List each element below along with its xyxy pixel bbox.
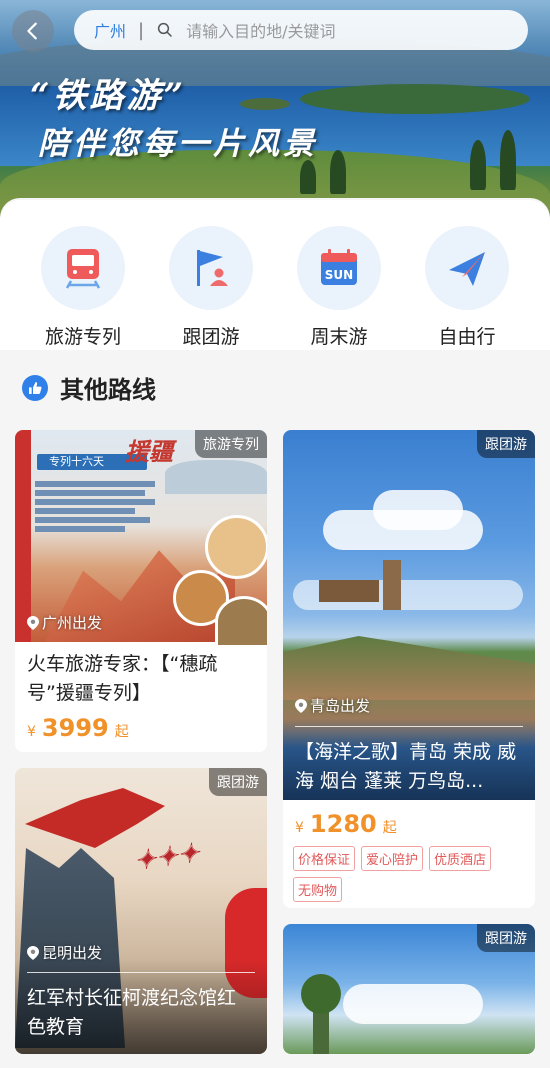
back-button[interactable]: [12, 10, 54, 52]
location-pin-icon: [27, 615, 39, 630]
category-tour-train[interactable]: 旅游专列: [28, 226, 138, 348]
banner-tree: [300, 160, 316, 194]
badge: 无购物: [293, 877, 343, 902]
poster-subtitle: 专列十六天: [49, 455, 104, 468]
currency-symbol: ¥: [295, 820, 304, 836]
card-tag: 跟团游: [477, 924, 535, 952]
search-icon: [157, 22, 172, 37]
route-card[interactable]: 专列十六天 援疆 旅游专列 广州出发 火车旅游专家：【“穗疏号”援疆专列】 ¥ …: [15, 430, 267, 752]
departure-text: 广州出发: [42, 614, 103, 632]
train-icon: [65, 249, 101, 289]
location-pin-icon: [295, 698, 307, 713]
card-price: ¥ 3999 起: [27, 714, 129, 742]
card-departure: 广州出发: [27, 612, 102, 633]
currency-symbol: ¥: [27, 724, 36, 740]
badge-list: 价格保证 爱心陪护 优质酒店 无购物: [293, 846, 533, 902]
price-value: 1280: [309, 810, 377, 838]
flag-group-icon: [197, 250, 228, 286]
category-label: 旅游专列: [44, 326, 121, 348]
divider: [27, 972, 255, 973]
card-tag: 跟团游: [209, 768, 267, 796]
location-pin-icon: [27, 945, 39, 960]
route-card[interactable]: 跟团游 青岛出发 【海洋之歌】青岛 荣成 威海 烟台 蓬莱 万鸟岛... ¥ 1…: [283, 430, 535, 908]
category-bar: 旅游专列 跟团游 SUN 周末游 自由行: [0, 200, 550, 350]
section-title: 其他路线: [60, 376, 156, 404]
banner-subtitle: 陪伴您每一片风景: [38, 126, 318, 162]
chevron-left-icon: [27, 22, 37, 40]
badge: 爱心陪护: [361, 846, 424, 871]
banner-tree: [500, 130, 516, 190]
card-price: ¥ 1280 起: [295, 810, 397, 838]
category-group-tour[interactable]: 跟团游: [156, 226, 266, 348]
category-label: 自由行: [438, 326, 496, 348]
card-image: 专列十六天 援疆: [15, 430, 267, 648]
price-suffix: 起: [382, 820, 397, 836]
price-suffix: 起: [114, 724, 129, 740]
banner-islet: [240, 98, 290, 110]
card-title: 【海洋之歌】青岛 荣成 威海 烟台 蓬莱 万鸟岛...: [295, 741, 517, 792]
search-divider: |: [138, 19, 145, 41]
banner-island: [300, 84, 530, 114]
poster-cliff: [283, 636, 535, 700]
tower: [383, 560, 401, 610]
calendar-sun-icon: SUN: [321, 249, 357, 285]
departure-text: 昆明出发: [42, 944, 103, 962]
card-tag: 跟团游: [477, 430, 535, 458]
price-value: 3999: [41, 714, 109, 742]
card-departure: 昆明出发: [27, 942, 102, 963]
paper-plane-icon: [449, 252, 485, 286]
card-title: 火车旅游专家：【“穗疏号”援疆专列】: [27, 653, 218, 704]
category-free-travel[interactable]: 自由行: [412, 226, 522, 348]
category-label: 跟团游: [182, 326, 240, 348]
section-header: 其他路线: [22, 370, 156, 405]
city-selector[interactable]: 广州: [94, 18, 126, 42]
poster-title: 援疆: [125, 437, 173, 466]
thumbs-up-icon: [22, 374, 48, 401]
search-input[interactable]: 请输入目的地/关键词: [186, 18, 335, 42]
card-tag: 旅游专列: [195, 430, 267, 458]
category-icon-bg: SUN: [297, 226, 381, 310]
search-bar[interactable]: 广州 | 请输入目的地/关键词: [74, 10, 528, 50]
category-icon-bg: [169, 226, 253, 310]
route-card[interactable]: ✦✦✦ 跟团游 昆明出发 红军村长征柯渡纪念馆红色教育: [15, 768, 267, 1054]
banner-tree: [330, 150, 346, 194]
divider: [295, 726, 523, 727]
card-departure: 青岛出发: [295, 695, 370, 716]
category-label: 周末游: [310, 326, 368, 348]
category-icon-bg: [425, 226, 509, 310]
badge: 价格保证: [293, 846, 356, 871]
category-weekend[interactable]: SUN 周末游: [284, 226, 394, 348]
category-icon-bg: [41, 226, 125, 310]
route-card[interactable]: 跟团游: [283, 924, 535, 1054]
departure-text: 青岛出发: [310, 697, 371, 715]
svg-text:SUN: SUN: [325, 268, 353, 282]
badge: 优质酒店: [429, 846, 492, 871]
banner-title: “铁路游”: [30, 76, 187, 116]
card-title: 红军村长征柯渡纪念馆红色教育: [27, 987, 237, 1038]
banner-tree: [470, 140, 486, 190]
poster-stripe: [15, 430, 31, 642]
